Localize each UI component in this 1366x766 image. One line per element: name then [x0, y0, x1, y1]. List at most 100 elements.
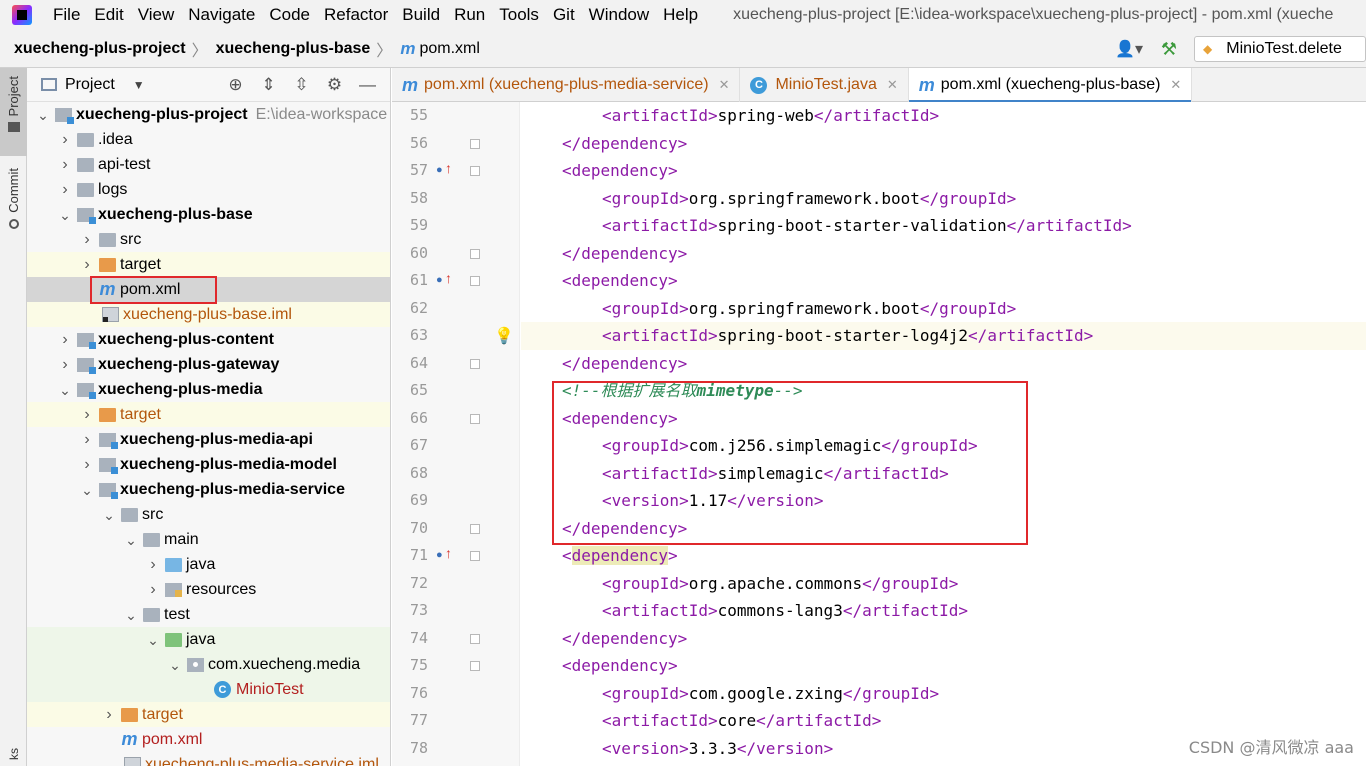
commit-tool-tab[interactable]: Commit: [0, 164, 27, 244]
code-line[interactable]: <artifactId>spring-boot-starter-log4j2</…: [521, 322, 1366, 350]
tree-item[interactable]: ⌄ main: [27, 527, 390, 552]
tree-item[interactable]: › target: [27, 402, 390, 427]
breadcrumb-file[interactable]: pom.xml: [415, 40, 479, 58]
menu-item-build[interactable]: Build: [395, 0, 447, 30]
code-line[interactable]: <groupId>com.google.zxing</groupId>: [521, 680, 1366, 708]
code-line[interactable]: </dependency>: [521, 350, 1366, 378]
fold-marker-icon[interactable]: [470, 358, 480, 369]
fold-marker-icon[interactable]: [470, 413, 480, 424]
menu-item-navigate[interactable]: Navigate: [181, 0, 262, 30]
tree-item[interactable]: ⌄ xuecheng-plus-project E:\idea-workspace: [27, 102, 390, 127]
fold-marker-icon[interactable]: [470, 551, 480, 561]
menu-item-file[interactable]: File: [46, 0, 87, 30]
tree-item[interactable]: › resources: [27, 577, 390, 602]
chevron-right-icon[interactable]: ›: [79, 256, 95, 274]
chevron-down-icon[interactable]: ⌄: [57, 208, 73, 222]
tree-item[interactable]: › logs: [27, 177, 390, 202]
close-icon[interactable]: ✕: [887, 77, 898, 93]
tree-item[interactable]: ›xuecheng-plus-base.iml: [27, 302, 390, 327]
chevron-down-icon[interactable]: ⌄: [101, 508, 117, 522]
fold-marker-icon[interactable]: [470, 523, 480, 534]
chevron-right-icon[interactable]: ›: [57, 181, 73, 199]
tree-item[interactable]: › target: [27, 252, 390, 277]
menu-item-run[interactable]: Run: [447, 0, 492, 30]
code-line[interactable]: </dependency>: [521, 625, 1366, 653]
fold-marker-icon[interactable]: [470, 138, 480, 149]
menu-item-git[interactable]: Git: [546, 0, 582, 30]
fold-marker-icon[interactable]: [470, 248, 480, 259]
build-hammer-icon[interactable]: ⚒: [1154, 38, 1184, 60]
editor-tab[interactable]: m pom.xml (xuecheng-plus-media-service) ✕: [392, 68, 741, 102]
tree-item[interactable]: ⌄ xuecheng-plus-base: [27, 202, 390, 227]
chevron-right-icon[interactable]: ›: [145, 556, 161, 574]
menu-item-window[interactable]: Window: [582, 0, 656, 30]
tree-item[interactable]: ›mpom.xml: [27, 727, 390, 752]
chevron-right-icon[interactable]: ›: [79, 406, 95, 424]
code-line[interactable]: <artifactId>core</artifactId>: [521, 707, 1366, 735]
chevron-down-icon[interactable]: ⌄: [145, 633, 161, 647]
tree-item[interactable]: › xuecheng-plus-media-api: [27, 427, 390, 452]
chevron-right-icon[interactable]: ›: [79, 231, 95, 249]
chevron-down-icon[interactable]: ⌄: [79, 483, 95, 497]
tree-item[interactable]: ›CMinioTest: [27, 677, 390, 702]
tree-item[interactable]: › xuecheng-plus-media-model: [27, 452, 390, 477]
code-line[interactable]: <dependency>: [521, 157, 1366, 185]
tree-item[interactable]: › xuecheng-plus-gateway: [27, 352, 390, 377]
chevron-right-icon[interactable]: ›: [101, 706, 117, 724]
implemented-marker-icon[interactable]: ●: [436, 164, 443, 176]
breadcrumb-module[interactable]: xuecheng-plus-base: [208, 40, 371, 58]
code-line[interactable]: <groupId>org.springframework.boot</group…: [521, 185, 1366, 213]
tree-item[interactable]: ›xuecheng-plus-media-service.iml: [27, 752, 390, 766]
implemented-marker-icon[interactable]: ●: [436, 549, 443, 561]
chevron-down-icon[interactable]: ⌄: [35, 108, 51, 122]
tree-item[interactable]: ⌄ com.xuecheng.media: [27, 652, 390, 677]
menu-item-help[interactable]: Help: [656, 0, 705, 30]
fold-marker-icon[interactable]: [470, 166, 480, 176]
chevron-right-icon[interactable]: ›: [57, 356, 73, 374]
tree-item[interactable]: ⌄ java: [27, 627, 390, 652]
chevron-right-icon[interactable]: ›: [79, 456, 95, 474]
tree-item[interactable]: ⌄ xuecheng-plus-media: [27, 377, 390, 402]
menu-item-edit[interactable]: Edit: [87, 0, 130, 30]
code-line[interactable]: </dependency>: [521, 240, 1366, 268]
code-line[interactable]: <artifactId>commons-lang3</artifactId>: [521, 597, 1366, 625]
tree-item[interactable]: › .idea: [27, 127, 390, 152]
fold-marker-icon[interactable]: [470, 633, 480, 644]
breadcrumb-project[interactable]: xuecheng-plus-project: [0, 40, 186, 58]
code-line[interactable]: <artifactId>spring-boot-starter-validati…: [521, 212, 1366, 240]
chevron-down-icon[interactable]: ▼: [133, 78, 145, 92]
gear-icon[interactable]: ⚙: [318, 75, 351, 95]
tree-item[interactable]: › api-test: [27, 152, 390, 177]
bookmarks-tool-tab[interactable]: ks: [0, 748, 27, 766]
code-line[interactable]: <groupId>org.apache.commons</groupId>: [521, 570, 1366, 598]
chevron-down-icon[interactable]: ⌄: [123, 533, 139, 547]
expand-all-icon[interactable]: ⇕: [252, 75, 285, 95]
menu-item-code[interactable]: Code: [262, 0, 317, 30]
chevron-down-icon[interactable]: ⌄: [167, 658, 183, 672]
locate-file-icon[interactable]: ⊕: [219, 75, 252, 95]
chevron-right-icon[interactable]: ›: [145, 581, 161, 599]
collapse-all-icon[interactable]: ⇳: [285, 75, 318, 95]
code-line[interactable]: <dependency>: [521, 267, 1366, 295]
implemented-marker-icon[interactable]: ●: [436, 274, 443, 286]
code-line[interactable]: <dependency>: [521, 652, 1366, 680]
fold-marker-icon[interactable]: [470, 661, 480, 671]
chevron-down-icon[interactable]: ⌄: [57, 383, 73, 397]
menu-item-tools[interactable]: Tools: [492, 0, 546, 30]
chevron-down-icon[interactable]: ⌄: [123, 608, 139, 622]
menu-item-refactor[interactable]: Refactor: [317, 0, 395, 30]
editor-tab[interactable]: C MinioTest.java ✕: [740, 68, 909, 102]
editor-tab[interactable]: m pom.xml (xuecheng-plus-base) ✕: [908, 68, 1193, 103]
code-line[interactable]: <dependency>: [521, 542, 1366, 570]
minimize-icon[interactable]: —: [351, 75, 384, 95]
tree-item[interactable]: ⌄ src: [27, 502, 390, 527]
tree-item[interactable]: › java: [27, 552, 390, 577]
tree-item[interactable]: › target: [27, 702, 390, 727]
project-tool-tab[interactable]: Project: [0, 68, 27, 156]
tree-item[interactable]: ⌄ test: [27, 602, 390, 627]
lightbulb-icon[interactable]: 💡: [494, 326, 514, 346]
close-icon[interactable]: ✕: [719, 77, 730, 93]
user-icon[interactable]: 👤▾: [1114, 38, 1144, 60]
chevron-right-icon[interactable]: ›: [57, 331, 73, 349]
chevron-right-icon[interactable]: ›: [57, 156, 73, 174]
